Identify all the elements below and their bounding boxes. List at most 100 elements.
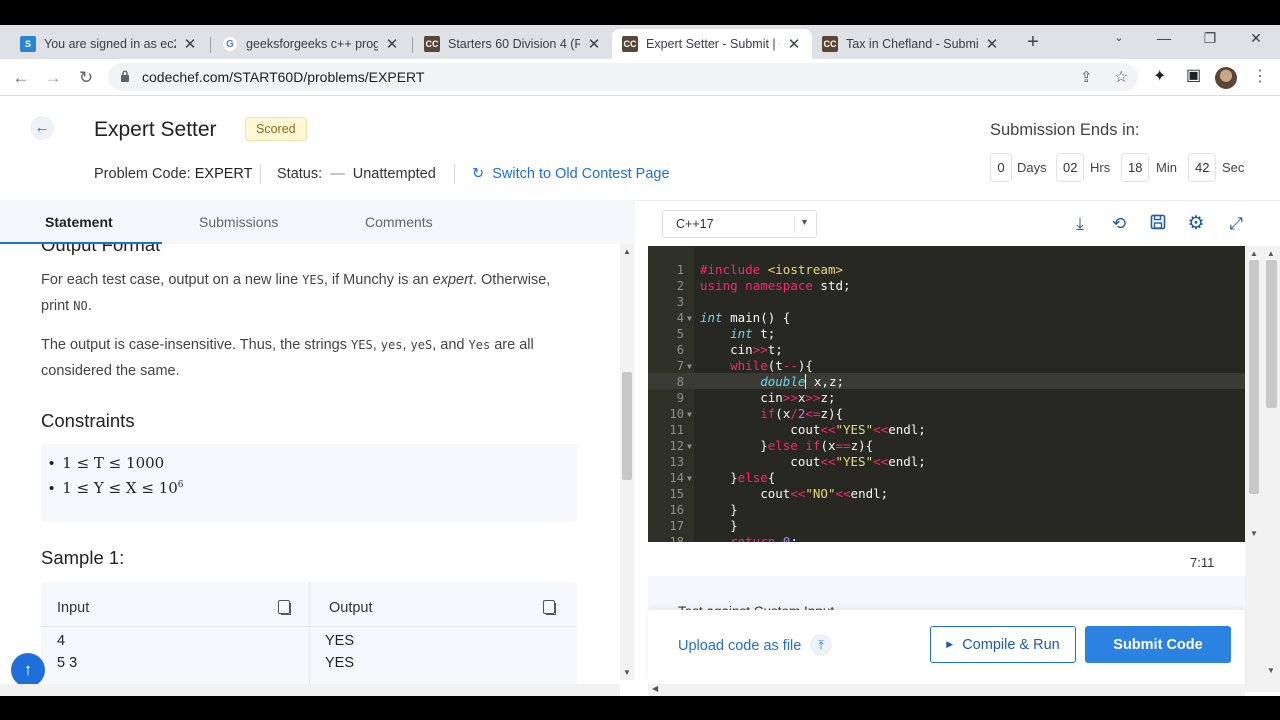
close-tab-icon[interactable]: ✕	[384, 35, 400, 53]
timer-hours-unit: Hrs	[1090, 160, 1111, 175]
statement-horizontal-scrollbar[interactable]	[0, 684, 620, 696]
browser-tab-geeksforgeeks[interactable]: G geeksforgeeks c++ progr ✕	[212, 29, 410, 59]
code-line: double x,z;	[760, 374, 845, 389]
editor-horizontal-scrollbar[interactable]: ◀	[648, 684, 1245, 696]
google-icon: G	[222, 36, 238, 52]
minimize-icon[interactable]: —	[1152, 30, 1176, 46]
new-tab-button[interactable]: +	[1022, 32, 1044, 54]
extensions-puzzle-icon[interactable]: ✦	[1153, 66, 1166, 86]
status: Status: — Unattempted	[277, 166, 436, 182]
problem-statement: Output Format For each test case, output…	[0, 244, 620, 684]
sample-output-line: YES	[325, 633, 355, 649]
fold-arrow-icon[interactable]: ▼	[687, 362, 692, 371]
close-tab-icon[interactable]: ✕	[786, 35, 802, 53]
tab-title: Tax in Chefland - Submit |	[846, 37, 978, 51]
tab-title: geeksforgeeks c++ progr	[246, 37, 378, 51]
copy-input-icon[interactable]	[278, 600, 291, 615]
reset-code-icon[interactable]: ⟲	[1109, 214, 1129, 234]
sample-table: Input Output 4 5 3 YES YES	[41, 582, 577, 684]
close-tab-icon[interactable]: ✕	[984, 35, 1000, 53]
download-icon[interactable]: ⤓	[1070, 214, 1090, 234]
scroll-top-button[interactable]: ↑	[11, 653, 45, 687]
profile-avatar[interactable]	[1215, 67, 1237, 89]
browser-tab-signed-in[interactable]: S You are signed in as ec20 ✕	[10, 29, 208, 59]
share-icon[interactable]: ⇪	[1080, 68, 1093, 86]
code-editor[interactable]: 1 2 3 4 5 6 7 8 9 10 11 12 13 14 15 16 17 18 ▼ ▼ ▼ ▼ ▼ #i…	[648, 246, 1245, 542]
timer-days: 0	[990, 153, 1012, 182]
copy-output-icon[interactable]	[543, 600, 556, 615]
chevron-down-icon: ▼	[800, 217, 809, 227]
url-text: codechef.com/START60D/problems/EXPERT	[142, 69, 425, 85]
timer-minutes: 18	[1121, 153, 1150, 182]
constraints-list: 1 ≤ T ≤ 1000 1 ≤ Y ≤ X ≤ 106	[41, 444, 577, 522]
constraints-heading: Constraints	[41, 410, 135, 431]
forward-arrow-icon[interactable]: →	[42, 67, 64, 89]
settings-gear-icon[interactable]: ⚙	[1186, 214, 1206, 234]
play-icon: ▶	[946, 639, 954, 649]
code-line: cout<<"YES"<<endl;	[700, 454, 926, 469]
arrow-up-icon: ↑	[23, 660, 33, 679]
code-line: using namespace std;	[700, 278, 851, 293]
sample-input-label: Input	[57, 600, 90, 616]
address-bar[interactable]: codechef.com/START60D/problems/EXPERT ⇪ …	[108, 63, 1138, 91]
browser-tab-expert-setter[interactable]: CC Expert Setter - Submit | Co ✕	[612, 29, 812, 59]
sample-output-line: YES	[325, 655, 355, 671]
close-tab-icon[interactable]: ✕	[586, 35, 602, 53]
sample-heading: Sample 1:	[41, 547, 125, 568]
statement-scrollbar[interactable]: ▲ ▼	[620, 244, 634, 680]
codechef-page: ← Expert Setter Scored Problem Code: EXP…	[0, 96, 1280, 696]
side-panel-icon[interactable]: ▣	[1186, 65, 1201, 85]
tab-submissions[interactable]: Submissions	[199, 214, 278, 230]
tab-search-icon[interactable]: ⌄	[1107, 31, 1131, 44]
page-scrollbar[interactable]: ▲ ▼	[1263, 246, 1280, 692]
fold-arrow-icon[interactable]: ▼	[687, 474, 692, 483]
editor-scrollbar[interactable]: ▲ ▼	[1245, 246, 1263, 692]
line-number: 18	[669, 535, 684, 542]
tab-statement[interactable]: Statement	[45, 214, 113, 230]
bookmark-star-icon[interactable]: ☆	[1114, 67, 1128, 87]
line-number: 3	[676, 295, 684, 309]
line-number: 15	[669, 487, 684, 501]
compile-run-button[interactable]: ▶ Compile & Run	[930, 626, 1076, 663]
more-menu-icon[interactable]: ⋮	[1252, 66, 1268, 86]
fold-arrow-icon[interactable]: ▼	[687, 442, 692, 451]
switch-old-contest-link[interactable]: ↻ Switch to Old Contest Page	[472, 166, 670, 182]
code-line: }	[700, 518, 738, 533]
line-number: 1	[676, 263, 684, 277]
close-window-icon[interactable]: ✕	[1244, 30, 1268, 47]
back-arrow-icon[interactable]: ←	[10, 67, 32, 89]
timer-days-unit: Days	[1017, 160, 1047, 175]
line-number: 13	[669, 455, 684, 469]
language-value: C++17	[676, 217, 714, 231]
submission-ends-label: Submission Ends in:	[990, 121, 1140, 139]
code-line: int main() {	[700, 310, 791, 325]
tab-comments[interactable]: Comments	[365, 214, 433, 230]
action-bar: Upload code as file ⤒ ▶ Compile & Run Sub…	[648, 610, 1245, 684]
browser-toolbar: ← → ↻ codechef.com/START60D/problems/EXP…	[0, 59, 1280, 96]
constraint-item: 1 ≤ T ≤ 1000	[49, 454, 164, 472]
fullscreen-icon[interactable]: ⤢	[1226, 214, 1246, 234]
line-number: 10	[669, 407, 684, 421]
back-arrow-icon[interactable]: ←	[30, 116, 54, 140]
upload-icon[interactable]: ⤒	[810, 634, 832, 656]
code-line: if(x/2<=z){	[760, 406, 844, 421]
reload-icon[interactable]: ↻	[75, 67, 97, 89]
upload-code-link[interactable]: Upload code as file	[678, 638, 801, 654]
save-icon[interactable]	[1148, 214, 1168, 234]
browser-tab-bar: S You are signed in as ec20 ✕ G geeksfor…	[0, 25, 1280, 59]
browser-tab-starters-60[interactable]: CC Starters 60 Division 4 (Rat ✕	[414, 29, 612, 59]
restore-icon[interactable]: ❐	[1198, 30, 1222, 47]
output-paragraph-2: The output is case-insensitive. Thus, th…	[41, 337, 534, 379]
browser-tab-tax-in-chefland[interactable]: CC Tax in Chefland - Submit | ✕	[812, 29, 1010, 59]
line-number: 5	[676, 327, 684, 341]
close-tab-icon[interactable]: ✕	[182, 35, 198, 53]
output-format-heading: Output Format	[41, 244, 161, 255]
submit-code-button[interactable]: Submit Code	[1085, 626, 1231, 663]
language-select[interactable]: C++17 ▼	[662, 210, 817, 238]
fold-arrow-icon[interactable]: ▼	[687, 314, 692, 323]
sample-input-line: 4	[57, 633, 66, 649]
screen: S You are signed in as ec20 ✕ G geeksfor…	[0, 0, 1280, 720]
line-number: 16	[669, 503, 684, 517]
fold-arrow-icon[interactable]: ▼	[687, 410, 692, 419]
line-number: 8	[676, 375, 684, 389]
